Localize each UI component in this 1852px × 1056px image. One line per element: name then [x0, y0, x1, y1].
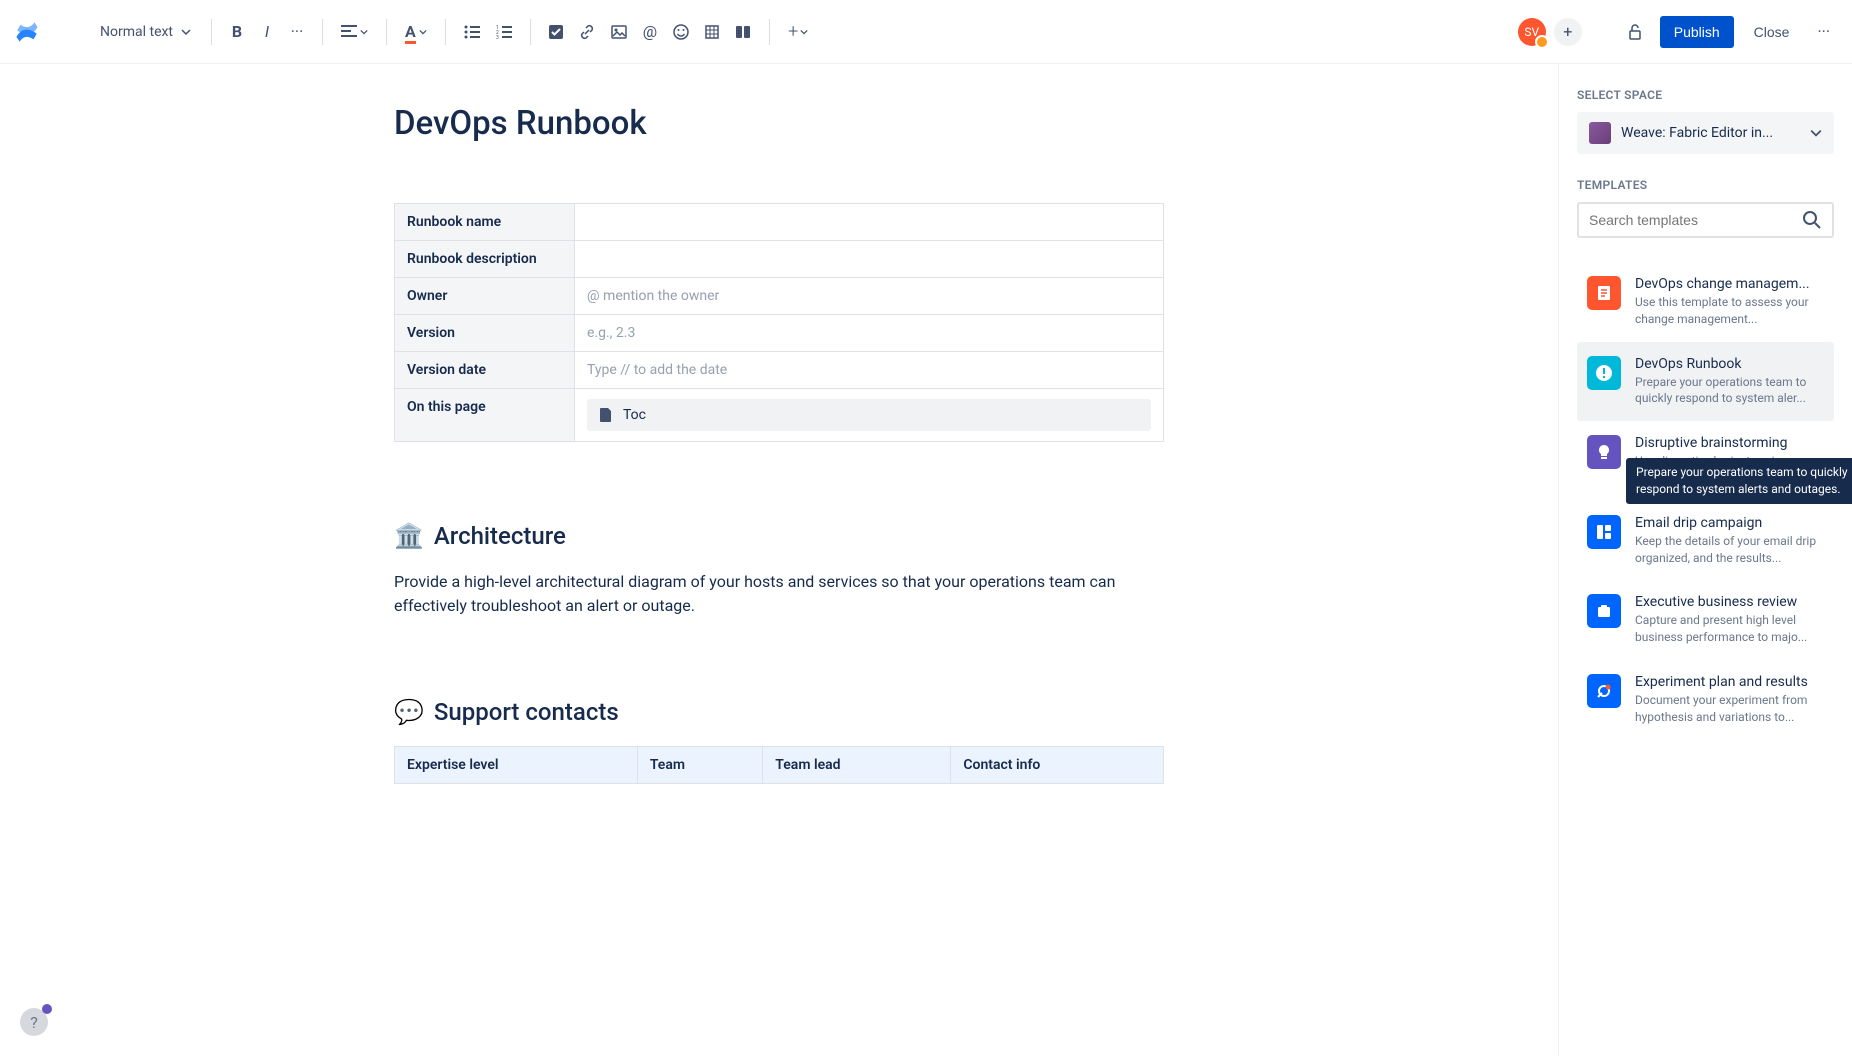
- search-icon: [1802, 210, 1822, 230]
- align-button[interactable]: [333, 17, 376, 47]
- support-contacts-heading[interactable]: 💬 Support contacts: [394, 698, 1164, 726]
- template-icon: [1587, 356, 1621, 390]
- help-button[interactable]: ?: [20, 1008, 48, 1036]
- invite-button[interactable]: +: [1554, 18, 1582, 46]
- version-date-placeholder[interactable]: Type // to add the date: [575, 352, 1164, 389]
- toc-label: Toc: [623, 407, 646, 423]
- template-search-input[interactable]: [1589, 212, 1802, 228]
- speech-bubble-icon: 💬: [394, 698, 424, 726]
- template-title: DevOps Runbook: [1635, 356, 1824, 372]
- template-desc: Use this template to assess your change …: [1635, 294, 1824, 328]
- emoji-button[interactable]: [665, 17, 697, 47]
- template-desc: Keep the details of your email drip orga…: [1635, 533, 1824, 567]
- text-style-label: Normal text: [100, 24, 173, 40]
- templates-sidebar: SELECT SPACE Weave: Fabric Editor in... …: [1558, 64, 1852, 1056]
- label-runbook-description[interactable]: Runbook description: [395, 241, 575, 278]
- label-version[interactable]: Version: [395, 315, 575, 352]
- template-item[interactable]: Email drip campaign Keep the details of …: [1577, 501, 1834, 581]
- label-owner[interactable]: Owner: [395, 278, 575, 315]
- template-icon: [1587, 276, 1621, 310]
- bullet-list-button[interactable]: [456, 17, 488, 47]
- template-item[interactable]: DevOps Runbook Prepare your operations t…: [1577, 342, 1834, 422]
- template-title: DevOps change managem...: [1635, 276, 1824, 292]
- template-desc: Capture and present high level business …: [1635, 612, 1824, 646]
- template-icon: [1587, 515, 1621, 549]
- layouts-button[interactable]: [727, 17, 759, 47]
- more-actions-button[interactable]: ···: [1809, 16, 1838, 47]
- italic-button[interactable]: I: [252, 17, 282, 47]
- table-button[interactable]: [697, 17, 727, 47]
- insert-button[interactable]: +: [780, 17, 816, 47]
- label-version-date[interactable]: Version date: [395, 352, 575, 389]
- select-space-label: SELECT SPACE: [1577, 88, 1834, 102]
- mention-button[interactable]: @: [635, 17, 665, 47]
- architecture-heading[interactable]: 🏛️ Architecture: [394, 522, 1164, 550]
- svg-text:3: 3: [496, 35, 499, 39]
- template-title: Disruptive brainstorming: [1635, 435, 1824, 451]
- owner-placeholder[interactable]: @ mention the owner: [575, 278, 1164, 315]
- col-contact-info[interactable]: Contact info: [951, 747, 1164, 784]
- chevron-down-icon: [1810, 127, 1822, 139]
- version-placeholder[interactable]: e.g., 2.3: [575, 315, 1164, 352]
- publish-button[interactable]: Publish: [1660, 16, 1734, 48]
- template-icon: [1587, 594, 1621, 628]
- page-title[interactable]: DevOps Runbook: [394, 104, 1164, 143]
- numbered-list-button[interactable]: 123: [488, 17, 520, 47]
- chevron-down-icon: [181, 27, 191, 37]
- template-search[interactable]: [1577, 202, 1834, 238]
- space-selector[interactable]: Weave: Fabric Editor in...: [1577, 112, 1834, 154]
- support-contacts-table[interactable]: Expertise level Team Team lead Contact i…: [394, 746, 1164, 784]
- template-tooltip: Prepare your operations team to quickly …: [1626, 458, 1852, 504]
- text-style-dropdown[interactable]: Normal text: [90, 18, 201, 46]
- restrictions-button[interactable]: [1618, 17, 1652, 47]
- toc-macro[interactable]: Toc: [587, 399, 1151, 431]
- label-on-this-page[interactable]: On this page: [395, 389, 575, 442]
- template-item[interactable]: DevOps change managem... Use this templa…: [1577, 262, 1834, 342]
- label-runbook-name[interactable]: Runbook name: [395, 204, 575, 241]
- user-avatar[interactable]: SV: [1518, 18, 1546, 46]
- template-title: Email drip campaign: [1635, 515, 1824, 531]
- document-icon: [599, 407, 613, 423]
- confluence-logo: [14, 19, 40, 45]
- runbook-info-table[interactable]: Runbook name Runbook description Owner@ …: [394, 203, 1164, 442]
- editor-area[interactable]: DevOps Runbook Runbook name Runbook desc…: [0, 64, 1558, 1056]
- more-formatting-button[interactable]: ···: [282, 17, 312, 47]
- template-desc: Document your experiment from hypothesis…: [1635, 692, 1824, 726]
- template-icon: [1587, 435, 1621, 469]
- templates-label: TEMPLATES: [1577, 178, 1834, 192]
- template-title: Executive business review: [1635, 594, 1824, 610]
- col-team-lead[interactable]: Team lead: [763, 747, 951, 784]
- space-icon: [1589, 122, 1611, 144]
- template-desc: Prepare your operations team to quickly …: [1635, 374, 1824, 408]
- close-button[interactable]: Close: [1742, 16, 1802, 48]
- building-icon: 🏛️: [394, 522, 424, 550]
- link-button[interactable]: [571, 17, 603, 47]
- template-icon: [1587, 674, 1621, 708]
- notification-dot-icon: [42, 1004, 52, 1014]
- col-expertise[interactable]: Expertise level: [395, 747, 638, 784]
- bold-button[interactable]: B: [222, 17, 252, 47]
- architecture-body[interactable]: Provide a high-level architectural diagr…: [394, 570, 1164, 618]
- image-button[interactable]: [603, 17, 635, 47]
- action-item-button[interactable]: [541, 17, 571, 47]
- space-name: Weave: Fabric Editor in...: [1621, 125, 1800, 141]
- template-item[interactable]: Experiment plan and results Document you…: [1577, 660, 1834, 740]
- template-title: Experiment plan and results: [1635, 674, 1824, 690]
- template-item[interactable]: Executive business review Capture and pr…: [1577, 580, 1834, 660]
- editor-toolbar: Normal text B I ··· A 123 @ +: [0, 0, 1852, 64]
- col-team[interactable]: Team: [637, 747, 762, 784]
- text-color-button[interactable]: A: [397, 17, 435, 47]
